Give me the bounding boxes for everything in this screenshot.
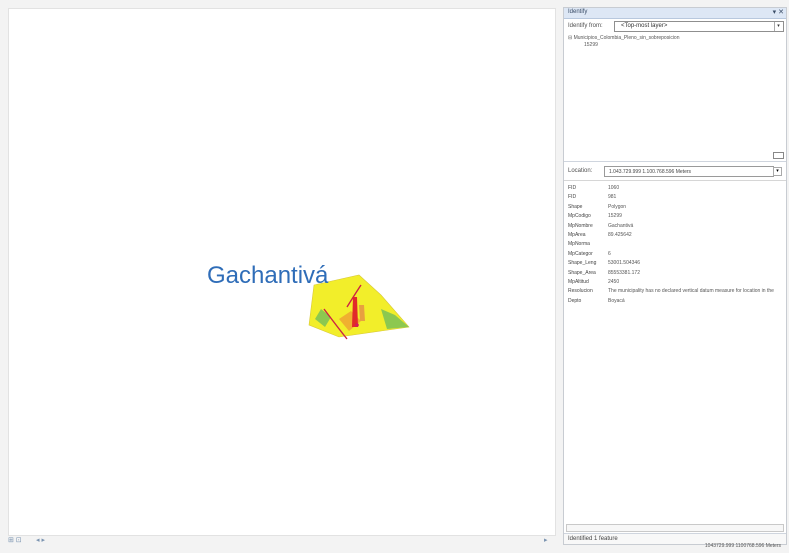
tree-feature-node[interactable]: 15299 [584, 42, 598, 48]
panel-close-icon[interactable]: ▾ ✕ [773, 8, 784, 16]
coordinate-readout: 1043729.999 1100768.596 Meters [704, 543, 781, 549]
attribute-row: MpNorma [568, 241, 590, 248]
attribute-row: Shape_Area 85553381.172 [568, 269, 640, 276]
location-row: Location: 1.043.729.999 1.100.768.596 Me… [564, 162, 786, 181]
tree-resize-icon[interactable] [773, 152, 784, 159]
map-feature-label: Gachantivá [207, 262, 329, 289]
attribute-table: FID 1060 FID 981 Shape Polygon MpCodigo 1529… [564, 181, 786, 305]
panel-title: Identify [568, 9, 588, 15]
location-field[interactable]: 1.043.729.999 1.100.768.596 Meters [604, 166, 774, 177]
attribute-row: MpArea 89.425642 [568, 231, 632, 238]
identify-from-value: <Top-most layer> [621, 23, 668, 29]
attribute-row: MpCategor 6 [568, 250, 611, 257]
attribute-row: Shape_Leng 53001.504346 [568, 260, 640, 267]
panel-splitter[interactable] [556, 8, 562, 548]
identify-from-row: Identify from: <Top-most layer> ▾ [564, 19, 786, 33]
identified-count: Identified 1 feature [568, 536, 618, 542]
location-units-icon[interactable]: ▾ [773, 167, 782, 176]
layout-toggle-icon[interactable]: ⊞ ⊡ [8, 536, 22, 544]
attribute-row: Depto Boyacá [568, 297, 625, 304]
attribute-row: Resolucion The municipality has no declar… [568, 288, 774, 295]
identify-from-dropdown[interactable]: <Top-most layer> ▾ [614, 21, 784, 32]
location-label: Location: [568, 168, 593, 174]
expand-icon[interactable]: ▸ [544, 536, 548, 544]
map-view[interactable]: Gachantivá [8, 8, 556, 536]
identify-titlebar: Identify ▾ ✕ [564, 8, 786, 19]
identify-from-label: Identify from: [568, 23, 603, 29]
attribute-row: Shape Polygon [568, 203, 627, 210]
attribute-row: FID 981 [568, 194, 617, 201]
identify-panel: Identify ▾ ✕ Identify from: <Top-most la… [563, 7, 787, 545]
horizontal-scrollbar[interactable] [566, 524, 784, 532]
results-tree: ⊟ Municipios_Colombia_Pleno_sin_sobrepos… [564, 33, 786, 162]
location-value: 1.043.729.999 1.100.768.596 Meters [609, 169, 692, 175]
map-bottom-bar: ⊞ ⊡ ◂ ▸ ▸ [8, 536, 554, 548]
tree-layer-node[interactable]: ⊟ Municipios_Colombia_Pleno_sin_sobrepos… [568, 35, 680, 41]
attribute-row: FID 1060 [568, 185, 620, 191]
attribute-row: MpAltitud 2450 [568, 278, 620, 285]
chevron-down-icon[interactable]: ▾ [774, 22, 782, 31]
attribute-row: MpCodigo 15299 [568, 213, 622, 220]
attribute-row: MpNombre Gachantivá [568, 222, 634, 229]
nav-arrows-icon[interactable]: ◂ ▸ [36, 536, 45, 544]
